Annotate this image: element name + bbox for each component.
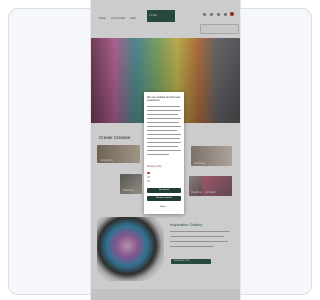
marketing-cookie-toggle[interactable] [147, 180, 150, 182]
dialog-text-line [147, 154, 169, 155]
dialog-text-line [147, 130, 177, 131]
accept-all-label: Accept all [159, 189, 169, 191]
privacy-policy-link[interactable]: Privacy policy [147, 165, 162, 168]
dialog-text-line [147, 114, 178, 115]
dialog-text-line [147, 146, 178, 147]
dialog-title: We use cookies for best user experience [147, 96, 181, 102]
cookie-consent-dialog: We use cookies for best user experience … [144, 92, 184, 214]
analytics-cookie-toggle[interactable] [147, 176, 150, 178]
dialog-text-line [147, 134, 181, 135]
dialog-text-line [147, 150, 181, 151]
reject-link[interactable]: Reject [160, 206, 166, 208]
dialog-text-line [147, 110, 181, 111]
dialog-text-line [147, 142, 181, 143]
accept-selected-label: Accept selected [156, 197, 172, 199]
necessary-cookie-toggle[interactable] [147, 172, 150, 174]
dialog-text-line [147, 118, 181, 119]
dialog-text-line [147, 106, 180, 107]
dialog-text-line [147, 126, 181, 127]
dialog-text-line [147, 138, 180, 139]
website-screenshot: Shop Art & Craft Kids LYRA Create Creati… [91, 0, 240, 300]
dialog-text-line [147, 122, 179, 123]
